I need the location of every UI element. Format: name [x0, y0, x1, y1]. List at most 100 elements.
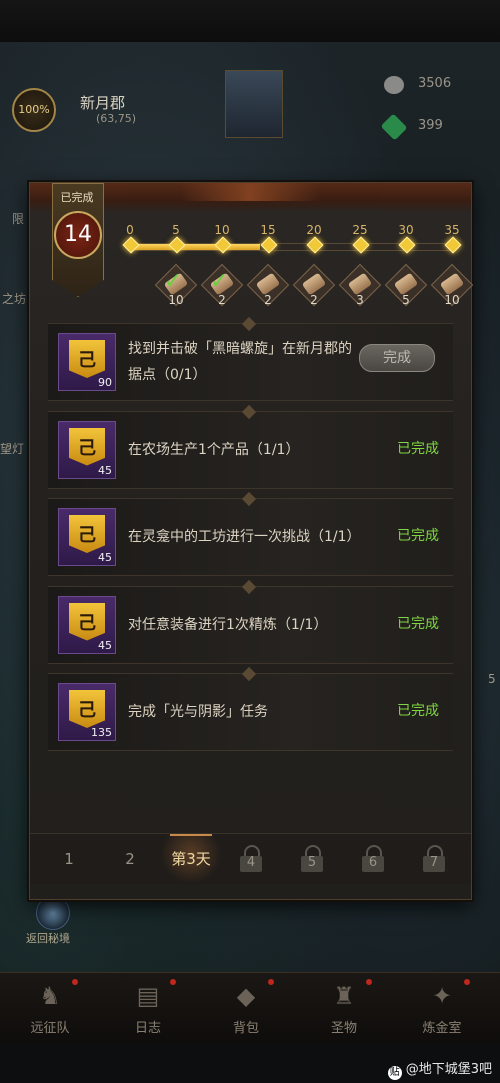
notification-dot	[268, 979, 274, 985]
side-label: 望灯	[0, 442, 25, 456]
task-status-done: 已完成	[397, 440, 439, 457]
tab-label: 6	[368, 855, 378, 870]
tab-label: 第3天	[171, 850, 211, 868]
watermark: 贴 @地下城堡3吧	[387, 1062, 492, 1080]
milestone-label: 10	[214, 223, 230, 237]
nav-journal[interactable]: ▤ 日志	[108, 979, 188, 1039]
milestone-label: 20	[306, 223, 322, 237]
reward-item[interactable]: 135	[58, 683, 116, 741]
return-to-realm-button[interactable]: 返回秘境	[26, 896, 76, 946]
nav-label: 日志	[134, 1021, 161, 1036]
tab-day-5[interactable]: 5	[282, 834, 344, 884]
task-description: 找到并击破「黑暗螺旋」在新月郡的据点（0/1）	[128, 341, 352, 383]
bag-icon: ◆	[236, 982, 256, 1010]
notification-dot	[72, 979, 78, 985]
task-status-done: 已完成	[397, 615, 439, 632]
milestone-reward[interactable]: 2	[246, 263, 290, 307]
banner-icon	[69, 690, 105, 728]
milestone-reward[interactable]: 3	[338, 263, 382, 307]
milestone-reward[interactable]: ✓ 10	[154, 263, 198, 307]
reward-item[interactable]: 45	[58, 595, 116, 654]
reward-count: 2	[264, 293, 272, 307]
tab-day-1[interactable]: 1	[38, 834, 100, 884]
reward-count: 10	[444, 293, 460, 307]
reward-item[interactable]: 90	[58, 333, 116, 391]
tab-day-6[interactable]: 6	[343, 834, 405, 884]
notification-dot	[170, 979, 176, 985]
task-description: 对任意装备进行1次精炼（1/1）	[128, 616, 328, 633]
reward-count: 5	[402, 293, 410, 307]
reward-quantity: 135	[91, 726, 112, 739]
milestone-reward[interactable]: 2	[292, 263, 336, 307]
side-label: 限	[12, 212, 25, 226]
hero-portrait[interactable]	[225, 70, 283, 138]
lock-icon: 6	[361, 845, 385, 873]
tab-day-3[interactable]: 第3天	[160, 834, 222, 884]
tieba-logo-icon: 贴	[387, 1066, 402, 1080]
location-coords: (63,75)	[96, 112, 137, 125]
banner-icon	[69, 602, 105, 641]
exploration-progress-ring: 100%	[12, 88, 56, 132]
nav-helmet[interactable]: ♞ 远征队	[10, 979, 90, 1039]
tab-label: 4	[246, 855, 256, 870]
completed-count: 14	[64, 222, 92, 247]
reward-count: 2	[310, 293, 318, 307]
silver-resource: 3506	[384, 74, 494, 96]
task-description: 在灵龛中的工坊进行一次挑战（1/1）	[128, 529, 361, 545]
location-hud[interactable]: 100% 新月郡 (63,75)	[8, 88, 168, 132]
tab-day-7[interactable]: 7	[404, 834, 466, 884]
checkmark-icon: ✓	[164, 269, 183, 294]
reward-quantity: 45	[98, 463, 112, 477]
portal-icon	[36, 896, 70, 930]
complete-button[interactable]: 完成	[359, 344, 435, 372]
completed-count-circle: 14	[54, 211, 102, 259]
banner-icon	[69, 340, 105, 378]
reward-count: 2	[218, 293, 226, 307]
bottom-nav: ♞ 远征队 ▤ 日志 ◆ 背包 ♜ 圣物 ✦ 炼金室	[0, 972, 500, 1043]
milestone-label: 15	[260, 223, 276, 237]
task-row: 45 在灵龛中的工坊进行一次挑战（1/1） 已完成	[48, 491, 453, 576]
milestone-label: 30	[398, 223, 414, 237]
task-row: 45 对任意装备进行1次精炼（1/1） 已完成	[48, 579, 453, 664]
reward-count: 10	[168, 293, 184, 307]
nav-label: 圣物	[330, 1021, 357, 1036]
silver-coin-icon	[384, 76, 404, 94]
progress-fill	[131, 244, 260, 250]
task-row: 45 在农场生产1个产品（1/1） 已完成	[48, 404, 453, 489]
tab-label: 7	[429, 855, 439, 870]
completed-badge: 已完成 14	[46, 183, 108, 305]
relic-icon: ♜	[333, 982, 355, 1010]
milestone-label: 35	[444, 223, 460, 237]
milestone-reward[interactable]: 10	[430, 263, 474, 307]
tab-label: 5	[307, 855, 317, 870]
alchemy-icon: ✦	[431, 982, 453, 1010]
tab-day-2[interactable]: 2	[99, 834, 161, 884]
task-row: 90 找到并击破「黑暗螺旋」在新月郡的据点（0/1）完成	[48, 316, 453, 401]
milestone-label: 5	[172, 223, 180, 237]
reward-quantity: 45	[98, 638, 112, 652]
milestone-label: 0	[126, 223, 134, 237]
banner-icon	[69, 515, 105, 553]
milestone-reward[interactable]: 5	[384, 263, 428, 307]
nav-relic[interactable]: ♜ 圣物	[304, 979, 384, 1039]
side-label: 之坊	[2, 292, 27, 306]
daily-tasks-panel: 已完成 14 05101520253035 ✓10✓2223510 90找到并击…	[29, 182, 474, 900]
tab-day-4[interactable]: 4	[221, 834, 283, 884]
reward-item[interactable]: 45	[58, 508, 116, 566]
tab-label: 2	[125, 850, 135, 868]
reward-item[interactable]: 45	[58, 420, 116, 479]
nav-label: 背包	[232, 1021, 259, 1036]
gem-resource: 399	[380, 113, 494, 141]
location-name: 新月郡	[80, 94, 126, 112]
task-status-done: 已完成	[397, 703, 439, 719]
badge-caption: 已完成	[60, 191, 94, 204]
lock-icon: 7	[422, 845, 446, 873]
nav-bag[interactable]: ◆ 背包	[206, 979, 286, 1039]
reward-quantity: 45	[98, 551, 112, 564]
milestone-reward[interactable]: ✓ 2	[200, 263, 244, 307]
lock-icon: 5	[300, 845, 324, 873]
nav-alchemy[interactable]: ✦ 炼金室	[402, 979, 482, 1039]
reward-quantity: 90	[98, 376, 112, 389]
nav-label: 远征队	[30, 1021, 70, 1036]
task-description: 完成「光与阴影」任务	[128, 704, 268, 720]
